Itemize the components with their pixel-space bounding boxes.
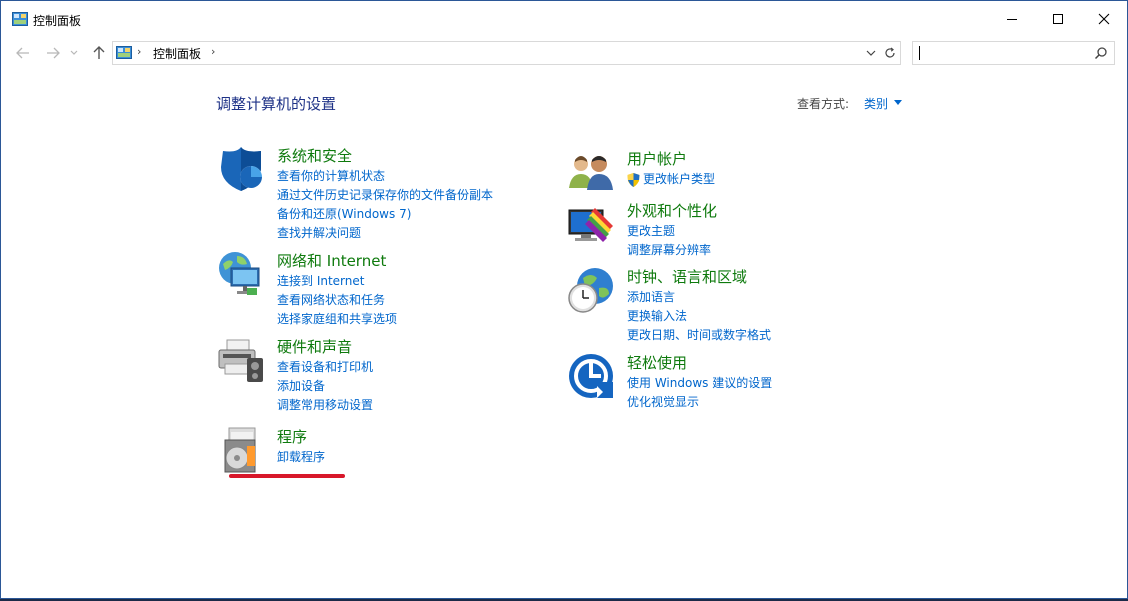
category-title[interactable]: 程序 (277, 426, 307, 447)
minimize-button[interactable] (989, 1, 1035, 37)
link-backup-restore[interactable]: 备份和还原(Windows 7) (277, 205, 493, 224)
window-title: 控制面板 (33, 14, 82, 28)
link-uninstall-program[interactable]: 卸载程序 (277, 448, 325, 467)
close-icon (1098, 13, 1110, 25)
category-title[interactable]: 外观和个性化 (627, 200, 717, 221)
link-optimize-display[interactable]: 优化视觉显示 (627, 393, 772, 412)
users-icon[interactable] (567, 148, 615, 196)
control-panel-icon (116, 46, 132, 59)
shield-icon[interactable] (217, 145, 265, 193)
page-title: 调整计算机的设置 (216, 95, 337, 113)
link-change-input-method[interactable]: 更换输入法 (627, 307, 771, 326)
forward-button[interactable] (43, 44, 63, 62)
chevron-down-icon (70, 50, 78, 55)
search-icon[interactable] (1094, 46, 1108, 60)
programs-disc-icon[interactable] (217, 426, 265, 474)
view-by-dropdown[interactable]: 类别 (864, 95, 888, 112)
control-panel-icon (12, 12, 28, 26)
appearance-icon[interactable] (567, 200, 615, 248)
link-add-language[interactable]: 添加语言 (627, 288, 771, 307)
close-button[interactable] (1081, 1, 1127, 37)
minimize-icon (1007, 19, 1017, 20)
annotation-underline (229, 474, 345, 478)
arrow-left-icon (16, 47, 29, 59)
breadcrumb-separator[interactable]: › (211, 45, 215, 58)
category-title[interactable]: 硬件和声音 (277, 336, 352, 357)
address-bar[interactable]: › 控制面板 › (112, 41, 882, 65)
category-title[interactable]: 时钟、语言和区域 (627, 266, 747, 287)
category-title[interactable]: 用户帐户 (627, 148, 687, 169)
chevron-down-icon[interactable] (864, 47, 878, 59)
link-recommended-settings[interactable]: 使用 Windows 建议的设置 (627, 374, 772, 393)
maximize-icon (1053, 14, 1063, 24)
printer-icon[interactable] (217, 336, 265, 384)
arrow-right-icon (47, 47, 60, 59)
link-mobility-settings[interactable]: 调整常用移动设置 (277, 396, 373, 415)
navigation-bar: › 控制面板 › (1, 38, 1127, 68)
link-screen-resolution[interactable]: 调整屏幕分辨率 (627, 241, 711, 260)
ease-of-access-icon[interactable] (567, 352, 615, 400)
chevron-down-icon[interactable] (894, 100, 902, 105)
link-devices-printers[interactable]: 查看设备和打印机 (277, 358, 373, 377)
link-view-computer-status[interactable]: 查看你的计算机状态 (277, 167, 493, 186)
title-bar: 控制面板 (1, 1, 1127, 38)
text-caret (919, 46, 920, 60)
control-panel-window: 控制面板 › 控制面板 › 调整计算机的设置 查看方式: 类别 系统和安全 查看… (0, 0, 1128, 599)
view-by-label: 查看方式: (797, 97, 850, 111)
category-title[interactable]: 系统和安全 (277, 145, 352, 166)
uac-shield-icon (627, 172, 640, 187)
link-network-status[interactable]: 查看网络状态和任务 (277, 291, 397, 310)
category-title[interactable]: 轻松使用 (627, 352, 687, 373)
link-add-device[interactable]: 添加设备 (277, 377, 373, 396)
link-homegroup-sharing[interactable]: 选择家庭组和共享选项 (277, 310, 397, 329)
maximize-button[interactable] (1035, 1, 1081, 37)
breadcrumb-control-panel[interactable]: 控制面板 (153, 45, 201, 62)
back-button[interactable] (13, 44, 33, 62)
link-change-account-type[interactable]: 更改帐户类型 (627, 170, 715, 189)
network-globe-icon[interactable] (217, 250, 265, 298)
link-file-history[interactable]: 通过文件历史记录保存你的文件备份副本 (277, 186, 493, 205)
category-title[interactable]: 网络和 Internet (277, 250, 386, 271)
link-connect-internet[interactable]: 连接到 Internet (277, 272, 397, 291)
up-button[interactable] (89, 44, 109, 62)
link-change-theme[interactable]: 更改主题 (627, 222, 711, 241)
link-date-time-format[interactable]: 更改日期、时间或数字格式 (627, 326, 771, 345)
clock-globe-icon[interactable] (567, 266, 615, 314)
refresh-button[interactable] (880, 41, 901, 65)
link-troubleshoot[interactable]: 查找并解决问题 (277, 224, 493, 243)
breadcrumb-separator[interactable]: › (137, 45, 141, 58)
search-input[interactable] (912, 41, 1115, 65)
refresh-icon (885, 47, 895, 58)
recent-locations-button[interactable] (67, 44, 81, 62)
link-label: 更改帐户类型 (643, 172, 716, 186)
arrow-up-icon (93, 46, 105, 59)
